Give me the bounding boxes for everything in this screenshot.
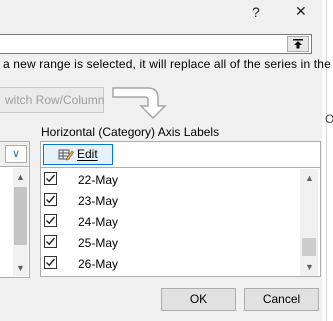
axis-labels-scrollbar[interactable] xyxy=(300,169,318,276)
sheet-divider xyxy=(326,0,327,321)
collapse-dialog-button[interactable] xyxy=(287,36,309,52)
checkbox[interactable] xyxy=(44,214,57,227)
list-item[interactable]: 25-May xyxy=(41,232,299,253)
scroll-down-icon[interactable]: ▼ xyxy=(305,262,314,272)
checkmark-icon xyxy=(46,195,56,204)
edit-table-icon xyxy=(58,149,74,161)
move-down-button[interactable]: ∨ xyxy=(5,145,27,163)
checkmark-icon xyxy=(46,216,56,225)
switch-arrow-icon xyxy=(112,87,167,120)
checkmark-icon xyxy=(46,258,56,267)
list-item[interactable]: 26-May xyxy=(41,253,299,274)
legend-scroll-down-icon[interactable]: ▼ xyxy=(16,263,25,273)
list-item-label: 23-May xyxy=(78,194,119,208)
legend-scroll-thumb[interactable] xyxy=(14,187,27,245)
list-item[interactable]: 24-May xyxy=(41,211,299,232)
list-item-label: 24-May xyxy=(78,215,119,229)
background-sheet: O xyxy=(322,0,333,321)
chart-data-range-input[interactable] xyxy=(0,34,312,54)
edit-button-label: Edit xyxy=(77,147,98,161)
list-item[interactable]: 22-May xyxy=(41,169,299,190)
list-item-label: 25-May xyxy=(78,236,119,250)
edit-axis-labels-button[interactable]: Edit xyxy=(43,144,113,165)
list-item[interactable]: 23-May xyxy=(41,190,299,211)
scroll-up-icon[interactable]: ▲ xyxy=(305,173,314,183)
help-button[interactable]: ? xyxy=(252,4,260,20)
checkbox[interactable] xyxy=(44,172,57,185)
ok-button[interactable]: OK xyxy=(161,288,236,311)
collapse-arrow-icon xyxy=(293,39,303,49)
list-item-label: 26-May xyxy=(78,257,119,271)
checkmark-icon xyxy=(46,174,56,183)
checkmark-icon xyxy=(46,237,56,246)
close-button[interactable]: ✕ xyxy=(295,3,307,20)
checkbox[interactable] xyxy=(44,193,57,206)
scroll-thumb[interactable] xyxy=(302,238,316,256)
switch-row-column-button[interactable]: witch Row/Column xyxy=(0,87,104,113)
axis-labels-title: Horizontal (Category) Axis Labels xyxy=(41,125,220,139)
legend-scroll-up-icon[interactable]: ▲ xyxy=(16,172,25,182)
checkbox[interactable] xyxy=(44,256,57,269)
range-info-text: a new range is selected, it will replace… xyxy=(3,57,331,71)
background-cell-text: O xyxy=(325,112,333,126)
cancel-button[interactable]: Cancel xyxy=(244,288,319,311)
list-item-label: 22-May xyxy=(78,173,119,187)
checkbox[interactable] xyxy=(44,235,57,248)
